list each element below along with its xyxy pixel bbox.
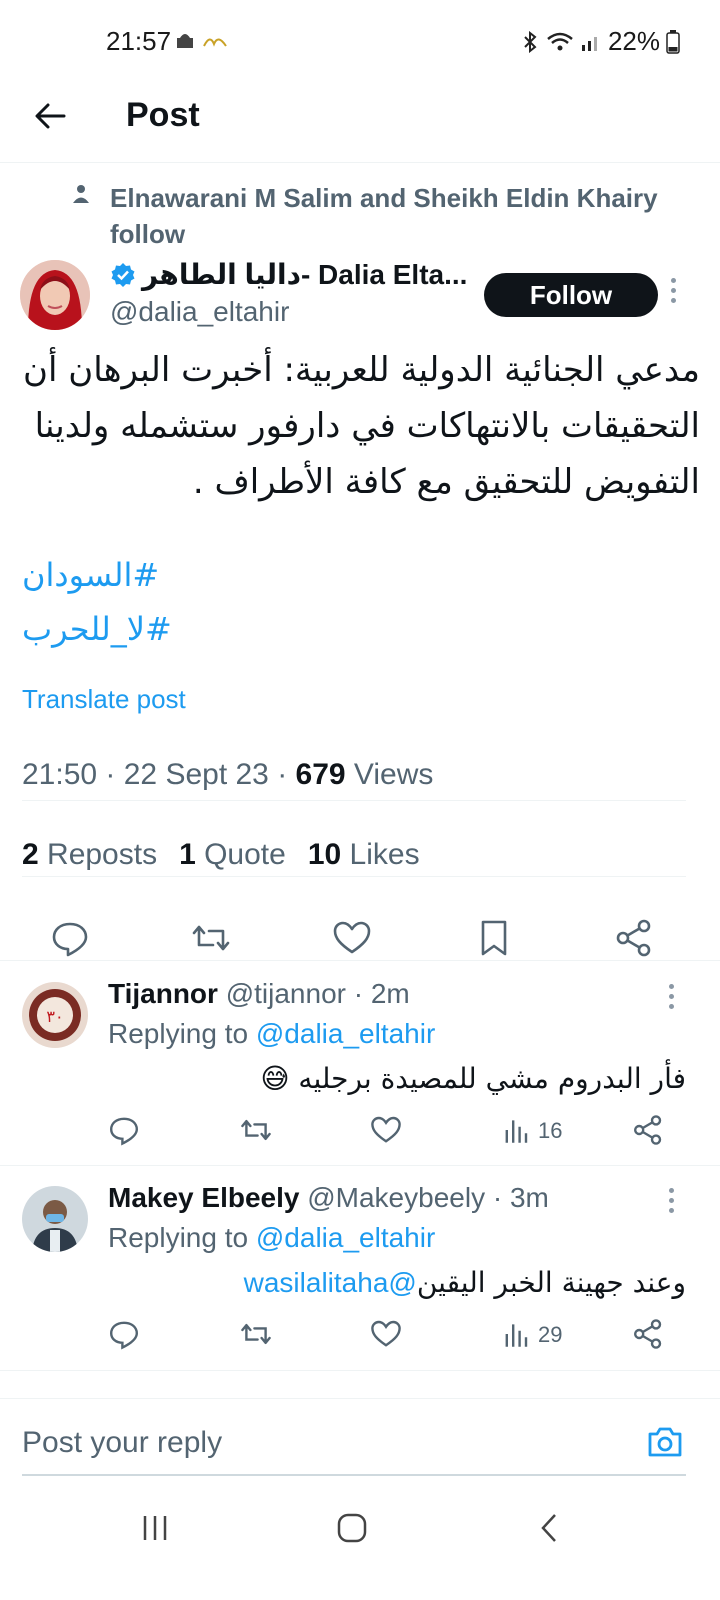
- svg-text:٣٠: ٣٠: [46, 1007, 63, 1026]
- post-text: مدعي الجنائية الدولية للعربية: أخبرت الب…: [23, 350, 700, 502]
- reply-avatar[interactable]: [22, 1186, 88, 1252]
- person-icon: [73, 185, 89, 203]
- system-navigation-bar: [0, 1488, 720, 1600]
- share-icon[interactable]: [632, 1114, 664, 1146]
- page-title: Post: [126, 96, 200, 134]
- views-count: 679: [295, 758, 346, 791]
- follow-button[interactable]: Follow: [484, 273, 658, 317]
- back-arrow-icon: [35, 103, 66, 129]
- meta-divider: [22, 800, 686, 801]
- reposts-stat[interactable]: 2 Reposts: [22, 838, 157, 872]
- reply-views-count: 29: [538, 1322, 563, 1347]
- replying-handle-link[interactable]: @dalia_eltahir: [256, 1018, 435, 1049]
- share-icon[interactable]: [632, 1318, 664, 1350]
- mention-link[interactable]: @wasilalitaha: [244, 1267, 417, 1298]
- avatar-image: [20, 260, 90, 330]
- reply-text: فأر البدروم مشي للمصيدة برجليه 😅: [260, 1062, 686, 1095]
- replies-divider: [0, 960, 720, 961]
- reply-avatar[interactable]: ٣٠: [22, 982, 88, 1048]
- status-time: 21:57: [106, 26, 172, 56]
- translate-post-link[interactable]: Translate post: [22, 684, 186, 715]
- bookmark-icon[interactable]: [474, 918, 514, 958]
- status-icons-left: [174, 30, 228, 50]
- reply-item[interactable]: ٣٠ Tijannor @tijannor · 2m Replying to @…: [0, 962, 720, 1164]
- replying-to: Replying to @dalia_eltahir: [108, 1222, 436, 1253]
- hashtag-no-war[interactable]: #لا_للحرب: [22, 610, 172, 648]
- author-avatar[interactable]: [20, 260, 90, 330]
- bluetooth-icon: [524, 30, 537, 53]
- reply-more-icon[interactable]: [666, 984, 676, 1009]
- camera-icon[interactable]: [646, 1424, 684, 1460]
- author-name: داليا الطاهر- Dalia Elta...: [142, 259, 468, 290]
- battery-percent: 22%: [607, 26, 660, 56]
- signal-icon: [581, 36, 597, 51]
- like-icon[interactable]: [332, 918, 372, 958]
- replying-to: Replying to @dalia_eltahir: [108, 1018, 436, 1049]
- engagement-stats: 2 Reposts 1 Quote 10 Likes: [22, 838, 420, 872]
- verified-badge-icon: [111, 262, 135, 287]
- views-label: Views: [345, 758, 434, 791]
- mosque-icon: [177, 34, 193, 48]
- share-icon[interactable]: [614, 918, 654, 958]
- reply-input-underline: [22, 1474, 686, 1476]
- repost-icon[interactable]: [240, 1114, 272, 1146]
- reply-divider: [0, 1370, 720, 1371]
- comment-icon[interactable]: [50, 918, 90, 958]
- post-meta: 21:50 · 22 Sept 23 · 679 Views: [22, 758, 433, 792]
- reply-more-icon[interactable]: [666, 1188, 676, 1213]
- author-handle[interactable]: @dalia_eltahir: [110, 296, 289, 328]
- social-context: Elnawarani M Salim and Sheikh Eldin Khai…: [110, 183, 658, 249]
- comment-icon[interactable]: [108, 1114, 140, 1146]
- reply-mention-text: وعند جهينة الخبر اليقين: [416, 1266, 686, 1299]
- calligraphy-icon: [203, 38, 227, 47]
- home-icon[interactable]: [336, 1512, 368, 1544]
- likes-stat[interactable]: 10 Likes: [308, 838, 420, 872]
- repost-icon[interactable]: [240, 1318, 272, 1350]
- reply-text: وعند جهينة الخبر اليقين@wasilalitaha: [108, 1266, 686, 1299]
- views-icon[interactable]: [502, 1114, 534, 1146]
- status-icons-right: 22%: [520, 26, 680, 57]
- header-divider: [0, 162, 720, 163]
- like-icon[interactable]: [370, 1318, 402, 1350]
- wifi-icon: [547, 32, 573, 50]
- battery-icon: [666, 29, 680, 54]
- back-button[interactable]: [26, 92, 74, 140]
- comment-icon[interactable]: [108, 1318, 140, 1350]
- views-icon[interactable]: [502, 1318, 534, 1350]
- recent-apps-icon[interactable]: [140, 1514, 170, 1542]
- post-timestamp: 21:50 · 22 Sept 23 ·: [22, 758, 296, 791]
- reply-views-count: 16: [538, 1118, 563, 1143]
- reply-author[interactable]: Makey Elbeely @Makeybeely · 3m: [108, 1182, 549, 1214]
- reply-item[interactable]: Makey Elbeely @Makeybeely · 3m Replying …: [0, 1166, 720, 1370]
- hashtag-sudan[interactable]: #السودان: [22, 556, 159, 594]
- like-icon[interactable]: [370, 1114, 402, 1146]
- more-options-icon[interactable]: [668, 278, 678, 303]
- repost-icon[interactable]: [191, 918, 231, 958]
- reply-author[interactable]: Tijannor @tijannor · 2m: [108, 978, 410, 1010]
- system-back-icon[interactable]: [538, 1512, 560, 1544]
- stats-divider: [22, 876, 686, 877]
- replying-handle-link[interactable]: @dalia_eltahir: [256, 1222, 435, 1253]
- quotes-stat[interactable]: 1 Quote: [179, 838, 286, 872]
- reply-input[interactable]: Post your reply: [22, 1426, 222, 1460]
- author-name-row[interactable]: داليا الطاهر- Dalia Elta...: [110, 258, 467, 291]
